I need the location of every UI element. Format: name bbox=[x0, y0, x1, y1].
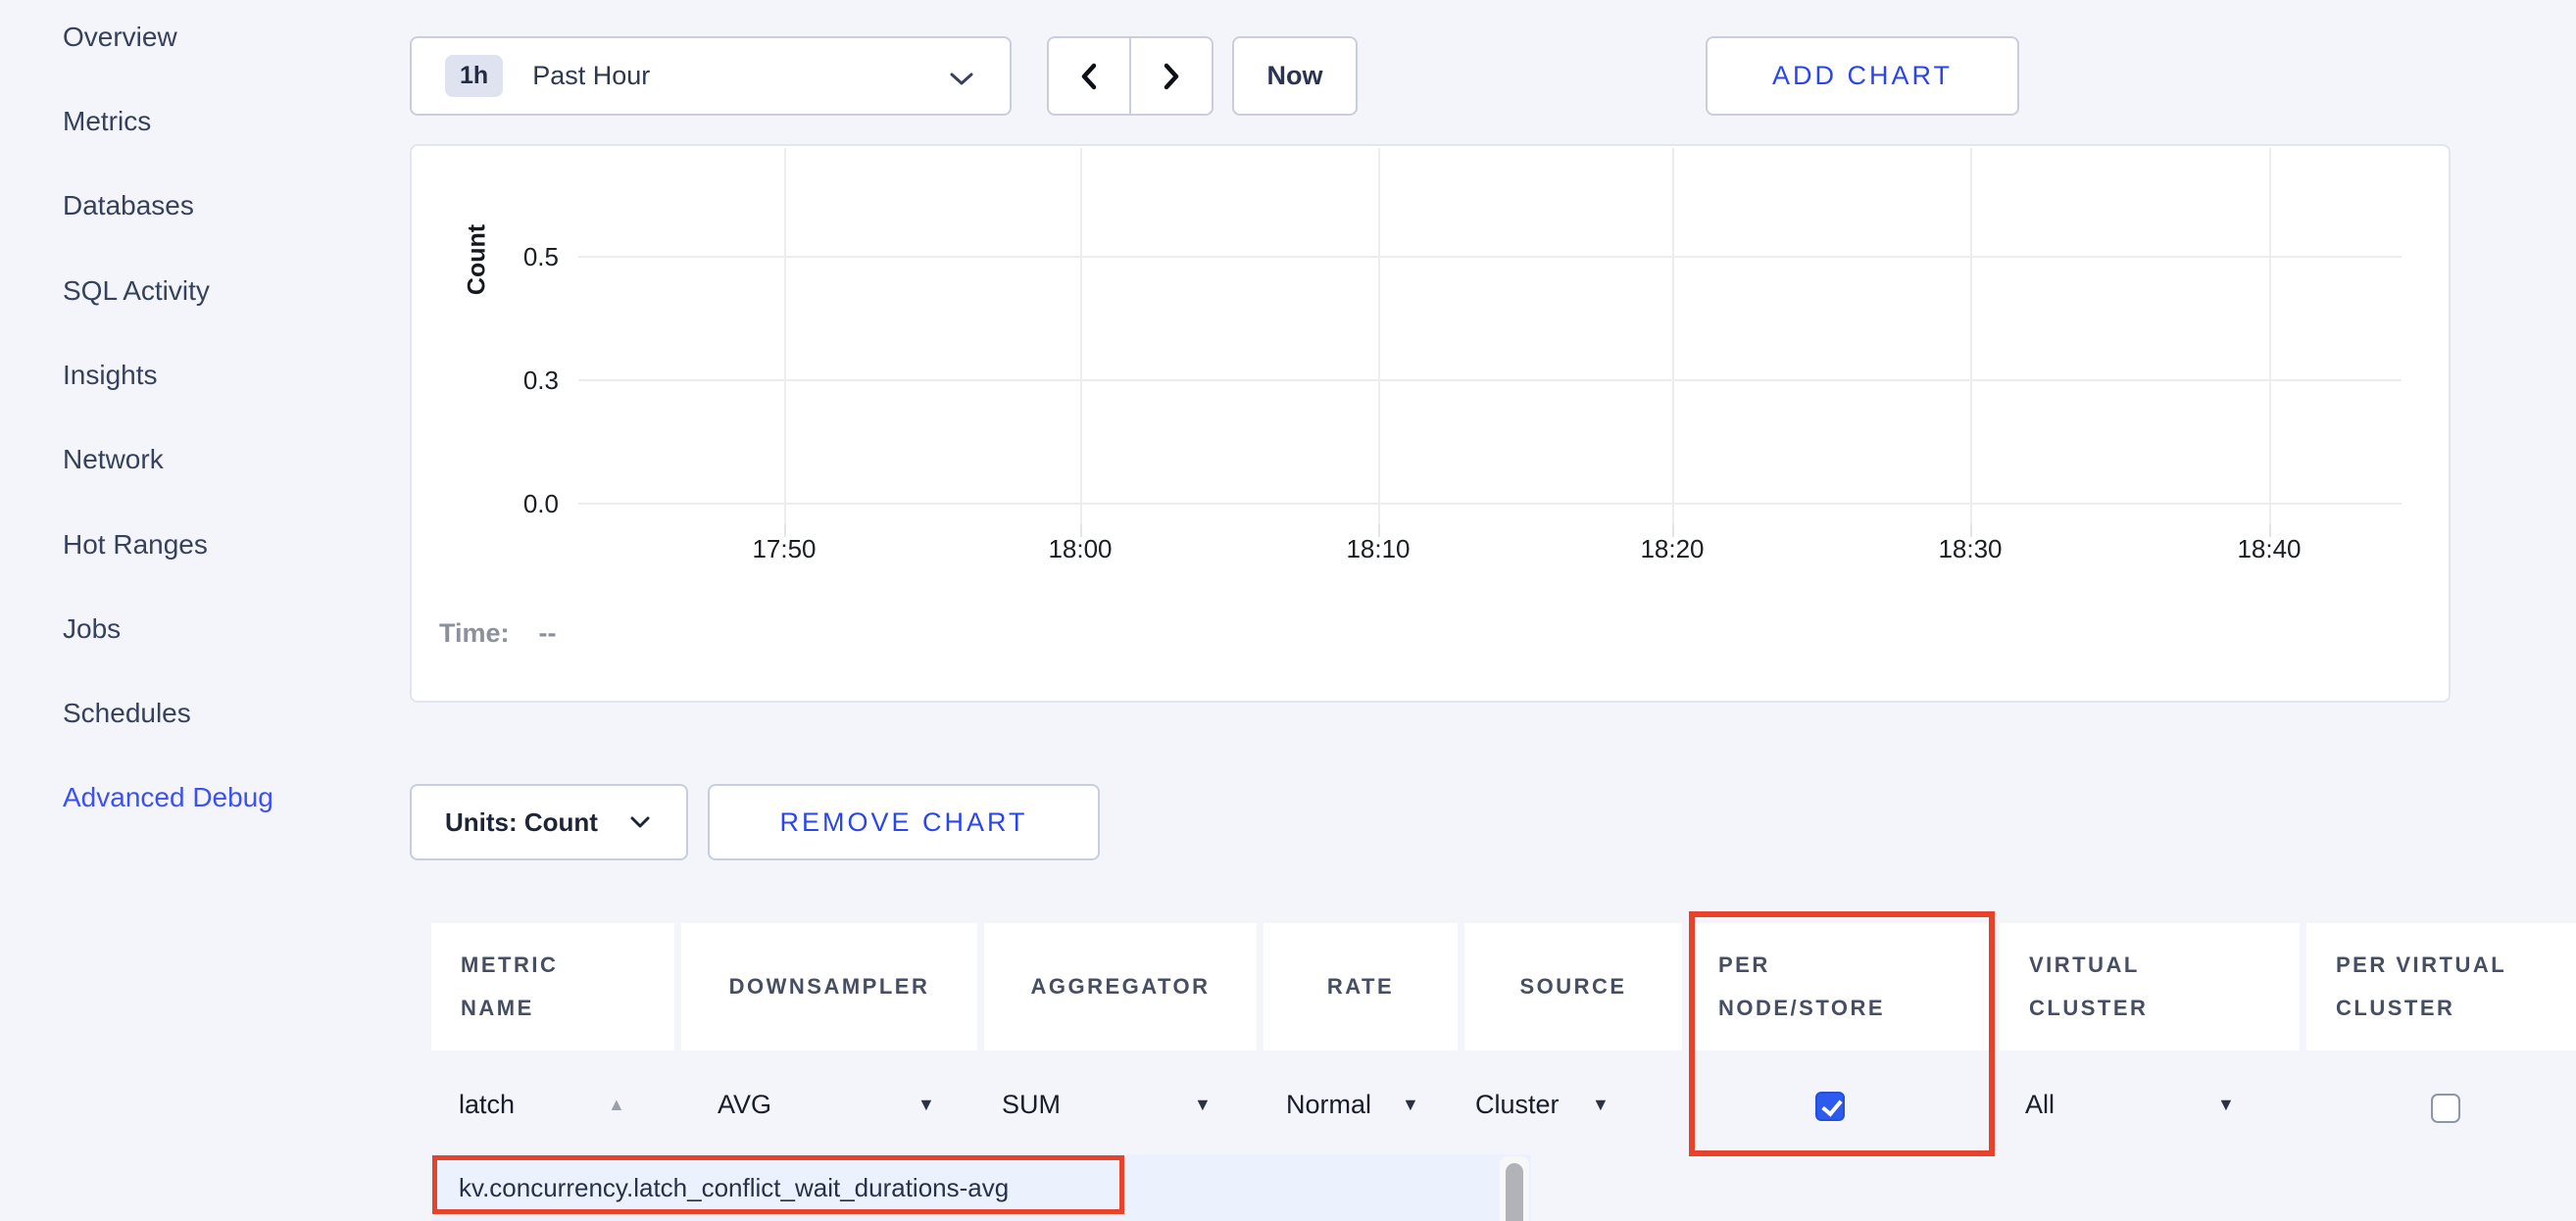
column-header-source: Source bbox=[1464, 923, 1682, 1050]
chevron-right-icon bbox=[1159, 61, 1184, 92]
sidebar-item-sql-activity[interactable]: SQL Activity bbox=[63, 275, 210, 307]
gridline-vertical bbox=[1970, 148, 1972, 524]
column-header-aggregator: Aggregator bbox=[984, 923, 1257, 1050]
gridline-vertical bbox=[784, 148, 786, 524]
sidebar-item-databases[interactable]: Databases bbox=[63, 190, 194, 221]
per-node-store-checkbox[interactable] bbox=[1815, 1092, 1845, 1121]
x-tick-label: 18:20 bbox=[1604, 534, 1741, 564]
time-range-selector[interactable]: 1h Past Hour bbox=[410, 36, 1012, 116]
x-tick-label: 18:40 bbox=[2201, 534, 2338, 564]
sidebar-item-overview[interactable]: Overview bbox=[63, 22, 177, 53]
sidebar-item-schedules[interactable]: Schedules bbox=[63, 698, 191, 729]
scrollbar-thumb[interactable] bbox=[1506, 1163, 1523, 1221]
y-tick-label: 0.5 bbox=[471, 242, 559, 272]
suggestion-item[interactable]: kv.concurrency.latch_conflict_wait_durat… bbox=[459, 1154, 1009, 1221]
time-range-label: Past Hour bbox=[532, 61, 650, 91]
rate-select[interactable]: Normal bbox=[1286, 1090, 1371, 1120]
column-header-downsampler: Downsampler bbox=[681, 923, 977, 1050]
x-tick-label: 18:10 bbox=[1310, 534, 1447, 564]
gridline-horizontal bbox=[578, 503, 2402, 505]
caret-down-icon[interactable]: ▼ bbox=[2217, 1095, 2235, 1115]
sidebar-item-advanced-debug[interactable]: Advanced Debug bbox=[63, 782, 273, 813]
aggregator-select[interactable]: SUM bbox=[1002, 1090, 1061, 1120]
column-header-label: Per Node/Store bbox=[1718, 944, 1929, 1030]
custom-chart-panel: Count 0.5 0.3 0.0 17:50 18:00 18:10 18:2… bbox=[410, 144, 2451, 703]
gridline-horizontal bbox=[578, 256, 2402, 258]
caret-up-icon[interactable]: ▲ bbox=[608, 1095, 625, 1115]
gridline-vertical bbox=[1672, 148, 1674, 524]
metric-suggestions-dropdown: kv.concurrency.latch_conflict_wait_durat… bbox=[431, 1154, 1531, 1221]
time-label: Time: bbox=[439, 618, 510, 648]
x-tick-label: 18:30 bbox=[1902, 534, 2039, 564]
y-tick-label: 0.0 bbox=[471, 489, 559, 519]
column-header-per-node-store: Per Node/Store bbox=[1689, 923, 1993, 1050]
sidebar-item-network[interactable]: Network bbox=[63, 444, 164, 475]
hover-time-readout: Time: -- bbox=[439, 618, 557, 649]
time-value: -- bbox=[539, 618, 557, 648]
dropdown-scrollbar[interactable] bbox=[1500, 1156, 1529, 1221]
caret-down-icon[interactable]: ▼ bbox=[1402, 1095, 1419, 1115]
caret-down-icon[interactable]: ▼ bbox=[1194, 1095, 1212, 1115]
gridline-vertical bbox=[2269, 148, 2271, 524]
column-header-label: Downsampler bbox=[729, 965, 930, 1008]
sidebar-item-jobs[interactable]: Jobs bbox=[63, 613, 121, 645]
units-select-label: Units: Count bbox=[445, 807, 598, 838]
time-range-badge: 1h bbox=[445, 55, 503, 97]
column-header-label: Rate bbox=[1327, 965, 1394, 1008]
time-prev-button[interactable] bbox=[1047, 36, 1131, 116]
chevron-down-icon bbox=[949, 72, 974, 87]
gridline-vertical bbox=[1378, 148, 1380, 524]
x-tick-label: 18:00 bbox=[1012, 534, 1149, 564]
column-header-metric-name: Metric Name bbox=[431, 923, 674, 1050]
time-next-button[interactable] bbox=[1129, 36, 1214, 116]
now-button[interactable]: Now bbox=[1232, 36, 1358, 116]
metric-name-input[interactable]: latch bbox=[459, 1090, 515, 1120]
caret-down-icon[interactable]: ▼ bbox=[917, 1095, 935, 1115]
per-virtual-cluster-checkbox[interactable] bbox=[2431, 1094, 2460, 1123]
sidebar-item-hot-ranges[interactable]: Hot Ranges bbox=[63, 529, 208, 561]
caret-down-icon[interactable]: ▼ bbox=[1592, 1095, 1610, 1115]
remove-chart-button[interactable]: REMOVE CHART bbox=[708, 784, 1100, 860]
column-header-label: Virtual Cluster bbox=[2029, 944, 2191, 1030]
gridline-horizontal bbox=[578, 379, 2402, 381]
sidebar-item-metrics[interactable]: Metrics bbox=[63, 106, 151, 137]
x-tick-label: 17:50 bbox=[716, 534, 853, 564]
y-tick-label: 0.3 bbox=[471, 366, 559, 396]
advanced-debug-custom-chart-page: Overview Metrics Databases SQL Activity … bbox=[0, 0, 2576, 1221]
column-header-label: Metric Name bbox=[461, 944, 598, 1030]
chevron-left-icon bbox=[1076, 61, 1102, 92]
column-header-label: Aggregator bbox=[1030, 965, 1210, 1008]
virtual-cluster-select[interactable]: All bbox=[2025, 1090, 2055, 1120]
column-header-virtual-cluster: Virtual Cluster bbox=[2000, 923, 2300, 1050]
column-header-rate: Rate bbox=[1263, 923, 1458, 1050]
source-select[interactable]: Cluster bbox=[1475, 1090, 1560, 1120]
units-select[interactable]: Units: Count bbox=[410, 784, 688, 860]
add-chart-button[interactable]: ADD CHART bbox=[1706, 36, 2019, 116]
chevron-down-icon bbox=[629, 815, 651, 829]
sidebar-item-insights[interactable]: Insights bbox=[63, 360, 158, 391]
column-header-label: Source bbox=[1519, 965, 1626, 1008]
column-header-label: Per Virtual Cluster bbox=[2336, 944, 2566, 1030]
downsampler-select[interactable]: AVG bbox=[718, 1090, 771, 1120]
column-header-per-virtual-cluster: Per Virtual Cluster bbox=[2306, 923, 2576, 1050]
gridline-vertical bbox=[1080, 148, 1082, 524]
